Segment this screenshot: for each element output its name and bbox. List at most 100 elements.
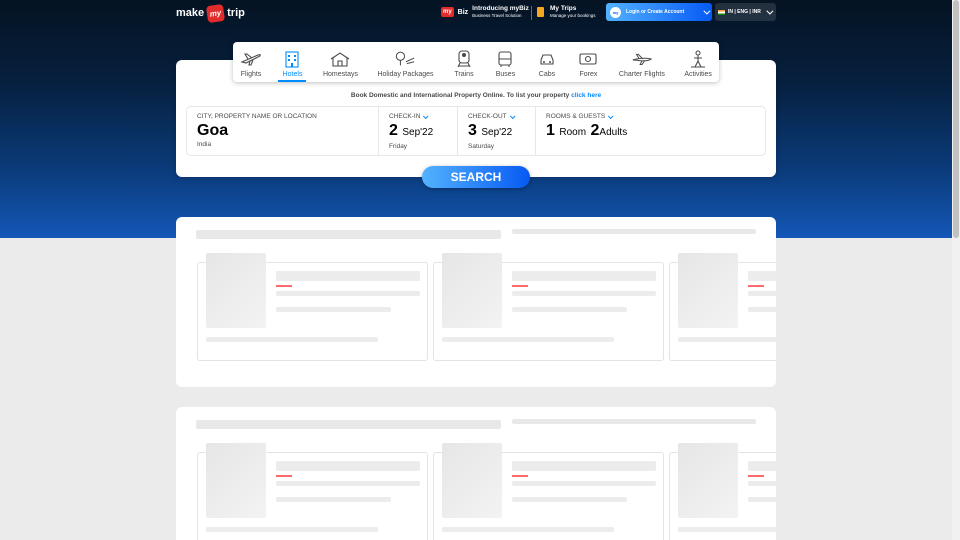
checkin-field[interactable]: CHECK-IN 2 Sep'22 Friday: [379, 107, 458, 155]
nav-item-flights[interactable]: Flights: [237, 50, 265, 78]
nav-item-homestays[interactable]: Homestays: [320, 50, 361, 78]
nav-item-holiday-packages[interactable]: Holiday Packages: [374, 50, 436, 78]
skeleton-line: [512, 481, 656, 486]
checkout-label: CHECK-OUT: [468, 113, 507, 120]
my-trips-title: My Trips: [550, 5, 577, 12]
nav-label: Flights: [240, 71, 262, 78]
skeleton-line: [748, 497, 776, 502]
checkout-month: Sep'22: [481, 127, 513, 138]
skeleton-title: [196, 230, 501, 239]
chevron-down-icon: [423, 112, 429, 119]
skeleton-line: [276, 291, 420, 296]
product-nav: Flights Hotels Homestays Holiday Package…: [233, 42, 719, 82]
loading-section: [176, 407, 776, 540]
flight-icon: [240, 50, 262, 68]
skeleton-line: [442, 337, 614, 342]
rooms-guests-label: ROOMS & GUESTS: [546, 113, 606, 120]
rooms-guests-field[interactable]: ROOMS & GUESTS 1 Room 2Adults: [536, 107, 765, 155]
logo-badge: my: [206, 3, 226, 23]
nav-item-cabs[interactable]: Cabs: [533, 50, 561, 78]
chevron-down-icon: [703, 7, 711, 15]
user-avatar-icon: my: [610, 6, 621, 18]
skeleton-image: [442, 253, 502, 328]
search-button[interactable]: SEARCH: [422, 166, 530, 188]
nav-label: Activities: [684, 71, 712, 78]
skeleton-line: [276, 271, 420, 281]
nav-item-forex[interactable]: Forex: [574, 50, 602, 78]
scrollbar-thumb[interactable]: [953, 0, 959, 238]
nav-label: Forex: [579, 71, 598, 78]
locale-label: IN | ENG | INR: [728, 9, 761, 15]
skeleton-line: [512, 291, 656, 296]
holiday-package-icon: [394, 50, 416, 68]
loading-section: [176, 217, 776, 387]
checkout-field[interactable]: CHECK-OUT 3 Sep'22 Saturday: [458, 107, 536, 155]
rooms-label: Room: [559, 127, 587, 138]
nav-item-hotels[interactable]: Hotels: [278, 50, 307, 82]
hotel-icon: [281, 50, 303, 68]
nav-label: Charter Flights: [618, 71, 665, 78]
skeleton-subtitle: [512, 419, 756, 424]
login-button[interactable]: my Login or Create Account: [606, 3, 712, 21]
mybiz-promo[interactable]: my Biz Introducing myBiz Business Travel…: [441, 5, 529, 19]
nav-label: Cabs: [538, 71, 556, 78]
skeleton-line: [442, 527, 614, 532]
nav-label: Homestays: [322, 71, 358, 78]
skeleton-accent: [276, 475, 292, 477]
skeleton-line: [748, 271, 776, 281]
page-scrollbar[interactable]: [952, 0, 960, 540]
mybiz-subtitle: Business Travel Solution: [472, 13, 522, 18]
nav-label: Buses: [495, 71, 516, 78]
nav-item-trains[interactable]: Trains: [450, 50, 478, 78]
search-fields: CITY, PROPERTY NAME OR LOCATION Goa Indi…: [186, 106, 766, 156]
rooms-count: 1: [546, 122, 555, 139]
bus-icon: [494, 50, 516, 68]
list-property-link[interactable]: click here: [571, 92, 601, 99]
nav-label: Holiday Packages: [377, 71, 434, 78]
nav-label: Hotels: [282, 71, 303, 78]
india-flag-icon: [718, 9, 725, 15]
chevron-down-icon: [509, 112, 516, 119]
mybiz-logo-word: Biz: [457, 8, 469, 16]
activities-icon: [687, 50, 709, 68]
city-field-label: CITY, PROPERTY NAME OR LOCATION: [197, 113, 317, 120]
skeleton-subtitle: [512, 229, 756, 234]
skeleton-image: [678, 443, 738, 518]
divider: [531, 6, 532, 20]
homestay-icon: [329, 50, 351, 68]
skeleton-image: [206, 443, 266, 518]
skeleton-card: [433, 443, 664, 540]
city-field[interactable]: CITY, PROPERTY NAME OR LOCATION Goa Indi…: [187, 107, 379, 155]
skeleton-line: [276, 461, 420, 471]
nav-item-charter-flights[interactable]: Charter Flights: [616, 50, 668, 78]
makemytrip-logo[interactable]: make my trip: [176, 3, 245, 23]
city-country: India: [197, 141, 212, 148]
skeleton-card: [669, 443, 776, 540]
locale-selector[interactable]: IN | ENG | INR: [715, 3, 776, 21]
nav-label: Trains: [454, 71, 474, 78]
skeleton-card: [669, 253, 776, 361]
logo-word-make: make: [176, 7, 205, 19]
charter-flight-icon: [631, 50, 653, 68]
city-value: Goa: [197, 122, 229, 139]
nav-item-buses[interactable]: Buses: [491, 50, 519, 78]
skeleton-accent: [276, 285, 292, 287]
skeleton-line: [512, 307, 627, 312]
skeleton-line: [206, 337, 378, 342]
adults-label: Adults: [599, 127, 628, 138]
login-label: Login or Create Account: [626, 9, 685, 15]
info-text: Book Domestic and International Property…: [350, 92, 572, 99]
my-trips-link[interactable]: My Trips Manage your bookings: [537, 5, 596, 19]
skeleton-line: [276, 307, 391, 312]
skeleton-accent: [748, 475, 764, 477]
skeleton-line: [748, 481, 776, 486]
nav-item-activities[interactable]: Activities: [681, 50, 715, 78]
skeleton-card: [197, 253, 428, 361]
skeleton-line: [512, 497, 627, 502]
list-property-info: Book Domestic and International Property…: [176, 92, 776, 99]
skeleton-title: [196, 420, 501, 429]
checkout-weekday: Saturday: [468, 143, 495, 150]
skeleton-line: [276, 497, 391, 502]
cab-icon: [536, 50, 558, 68]
skeleton-line: [748, 461, 776, 471]
